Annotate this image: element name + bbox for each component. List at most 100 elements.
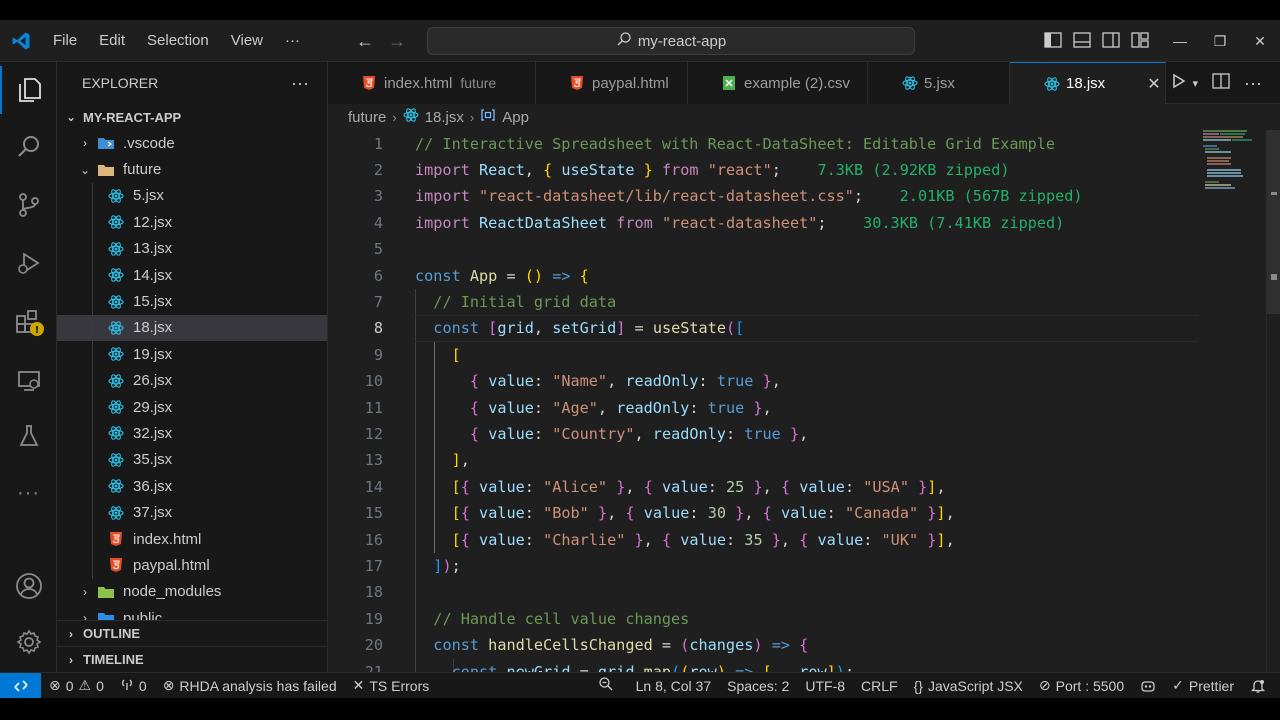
more-views-icon[interactable]: ··· bbox=[0, 469, 57, 517]
file-item[interactable]: 5.jsx bbox=[57, 182, 327, 210]
file-item[interactable]: 37.jsx bbox=[57, 499, 327, 526]
code-line[interactable]: 5 bbox=[328, 236, 1198, 262]
code-line[interactable]: 6 const App = () => { bbox=[328, 263, 1198, 289]
breadcrumb-symbol[interactable]: App bbox=[502, 109, 529, 126]
forward-arrow-icon[interactable]: → bbox=[388, 31, 406, 52]
code-line[interactable]: 13 ], bbox=[328, 447, 1198, 473]
code-line[interactable]: 9 [ bbox=[328, 342, 1198, 368]
scrollbar-thumb[interactable] bbox=[1267, 130, 1280, 314]
file-item[interactable]: 29.jsx bbox=[57, 393, 327, 421]
file-item[interactable]: 35.jsx bbox=[57, 446, 327, 474]
editor-tab[interactable]: 18.jsx ✕ bbox=[1010, 62, 1166, 104]
code-line[interactable]: 17 ]); bbox=[328, 553, 1198, 579]
code-line[interactable]: 8 const [grid, setGrid] = useState([ bbox=[328, 315, 1198, 341]
end-of-line[interactable]: CRLF bbox=[853, 673, 906, 699]
code-line[interactable]: 16 [{ value: "Charlie" }, { value: 35 },… bbox=[328, 527, 1198, 553]
code-line[interactable]: 4 import ReactDataSheet from "react-datas… bbox=[328, 210, 1198, 236]
editor-tab[interactable]: index.html future bbox=[328, 62, 536, 104]
code-line[interactable]: 21 const newGrid = grid.map((row) => [..… bbox=[328, 659, 1198, 673]
extensions-warning-icon[interactable]: ! bbox=[0, 298, 57, 346]
minimize-icon[interactable]: — bbox=[1160, 33, 1200, 49]
editor-tab[interactable]: example (2).csv bbox=[688, 62, 868, 104]
code-line[interactable]: 11 { value: "Age", readOnly: true }, bbox=[328, 395, 1198, 421]
ts-errors-status[interactable]: ✕ TS Errors bbox=[345, 673, 438, 699]
toggle-secondary-sidebar-icon[interactable] bbox=[1102, 31, 1120, 51]
customize-layout-icon[interactable] bbox=[1131, 31, 1149, 51]
menu-edit[interactable]: Edit bbox=[88, 20, 136, 62]
file-item[interactable]: 32.jsx bbox=[57, 420, 327, 447]
code-editor[interactable]: 1 // Interactive Spreadsheet with React-D… bbox=[328, 130, 1280, 672]
breadcrumb-file[interactable]: 18.jsx bbox=[425, 109, 464, 126]
code-line[interactable]: 12 { value: "Country", readOnly: true }, bbox=[328, 421, 1198, 447]
code-line[interactable]: 1 // Interactive Spreadsheet with React-D… bbox=[328, 131, 1198, 157]
toggle-panel-icon[interactable] bbox=[1073, 31, 1091, 51]
code-line[interactable]: 14 [{ value: "Alice" }, { value: 25 }, {… bbox=[328, 474, 1198, 500]
copilot-icon[interactable] bbox=[1132, 673, 1164, 699]
file-item[interactable]: 36.jsx bbox=[57, 473, 327, 500]
explorer-more-button[interactable]: ··· bbox=[291, 73, 309, 94]
accounts-icon[interactable] bbox=[0, 562, 57, 610]
close-tab-icon[interactable]: ✕ bbox=[1147, 74, 1160, 94]
split-editor-icon[interactable] bbox=[1212, 72, 1230, 94]
file-item[interactable]: 26.jsx bbox=[57, 367, 327, 394]
minimap[interactable] bbox=[1200, 130, 1264, 250]
notifications-bell-icon[interactable] bbox=[1242, 673, 1280, 699]
file-item[interactable]: 12.jsx bbox=[57, 209, 327, 236]
live-server-port[interactable]: ⊘ Port : 5500 bbox=[1031, 673, 1132, 699]
outline-section[interactable]: › OUTLINE bbox=[57, 620, 327, 646]
zoom-status[interactable] bbox=[584, 673, 628, 699]
cursor-position[interactable]: Ln 8, Col 37 bbox=[628, 673, 720, 699]
run-options-chevron-icon[interactable]: ▾ bbox=[1192, 77, 1198, 90]
back-arrow-icon[interactable]: ← bbox=[356, 31, 374, 52]
restore-icon[interactable]: ❐ bbox=[1200, 33, 1240, 50]
folder-item[interactable]: › .vscode bbox=[57, 130, 327, 156]
source-control-icon[interactable] bbox=[0, 181, 57, 229]
vertical-scrollbar[interactable] bbox=[1266, 130, 1280, 672]
encoding[interactable]: UTF-8 bbox=[797, 673, 853, 699]
problems-indicator[interactable]: ⊗ 0 ⚠ 0 bbox=[41, 673, 112, 699]
menu-view[interactable]: View bbox=[220, 20, 274, 62]
editor-more-icon[interactable]: ··· bbox=[1244, 73, 1262, 94]
file-item[interactable]: index.html bbox=[57, 525, 327, 553]
file-item[interactable]: 19.jsx bbox=[57, 341, 327, 368]
folder-item[interactable]: › node_modules bbox=[57, 579, 327, 605]
menu-file[interactable]: File bbox=[42, 20, 88, 62]
editor-tab[interactable]: paypal.html bbox=[536, 62, 688, 104]
ports-indicator[interactable]: 0 bbox=[112, 673, 155, 699]
prettier-status[interactable]: ✓ Prettier bbox=[1164, 673, 1242, 699]
indentation[interactable]: Spaces: 2 bbox=[719, 673, 797, 699]
remote-indicator-icon[interactable] bbox=[0, 672, 41, 699]
code-line[interactable]: 3 import "react-datasheet/lib/react-datas… bbox=[328, 183, 1198, 209]
command-center-search[interactable]: my-react-app bbox=[427, 27, 915, 55]
code-line[interactable]: 19 // Handle cell value changes bbox=[328, 606, 1198, 632]
editor-tab[interactable]: 5.jsx bbox=[868, 62, 1010, 104]
run-file-icon[interactable] bbox=[1172, 73, 1186, 94]
menu-selection[interactable]: Selection bbox=[136, 20, 220, 62]
code-line[interactable]: 18 bbox=[328, 579, 1198, 605]
testing-icon[interactable] bbox=[0, 412, 57, 460]
file-item[interactable]: 18.jsx bbox=[57, 314, 327, 342]
remote-explorer-icon[interactable] bbox=[0, 356, 57, 404]
close-window-icon[interactable]: ✕ bbox=[1240, 33, 1280, 50]
toggle-primary-sidebar-icon[interactable] bbox=[1044, 31, 1062, 51]
search-view-icon[interactable] bbox=[0, 123, 57, 171]
file-item[interactable]: 13.jsx bbox=[57, 235, 327, 262]
timeline-section[interactable]: › TIMELINE bbox=[57, 646, 327, 672]
rhda-status[interactable]: ⊗ RHDA analysis has failed bbox=[155, 673, 345, 699]
breadcrumb-folder[interactable]: future bbox=[348, 109, 386, 126]
folder-item[interactable]: ⌄ future bbox=[57, 156, 327, 182]
manage-gear-icon[interactable] bbox=[0, 618, 57, 666]
language-mode[interactable]: {} JavaScript JSX bbox=[906, 673, 1031, 699]
file-item[interactable]: paypal.html bbox=[57, 552, 327, 579]
file-item[interactable]: 14.jsx bbox=[57, 261, 327, 289]
file-item[interactable]: 15.jsx bbox=[57, 288, 327, 315]
run-debug-icon[interactable] bbox=[0, 239, 57, 287]
workspace-root[interactable]: ⌄ MY-REACT-APP bbox=[57, 104, 327, 130]
code-line[interactable]: 2 import React, { useState } from "react"… bbox=[328, 157, 1198, 183]
explorer-icon[interactable] bbox=[0, 66, 57, 114]
code-line[interactable]: 20 const handleCellsChanged = (changes) … bbox=[328, 632, 1198, 658]
code-line[interactable]: 15 [{ value: "Bob" }, { value: 30 }, { v… bbox=[328, 500, 1198, 526]
code-line[interactable]: 10 { value: "Name", readOnly: true }, bbox=[328, 368, 1198, 394]
code-line[interactable]: 7 // Initial grid data bbox=[328, 289, 1198, 315]
menu-more-button[interactable]: ··· bbox=[274, 20, 311, 62]
